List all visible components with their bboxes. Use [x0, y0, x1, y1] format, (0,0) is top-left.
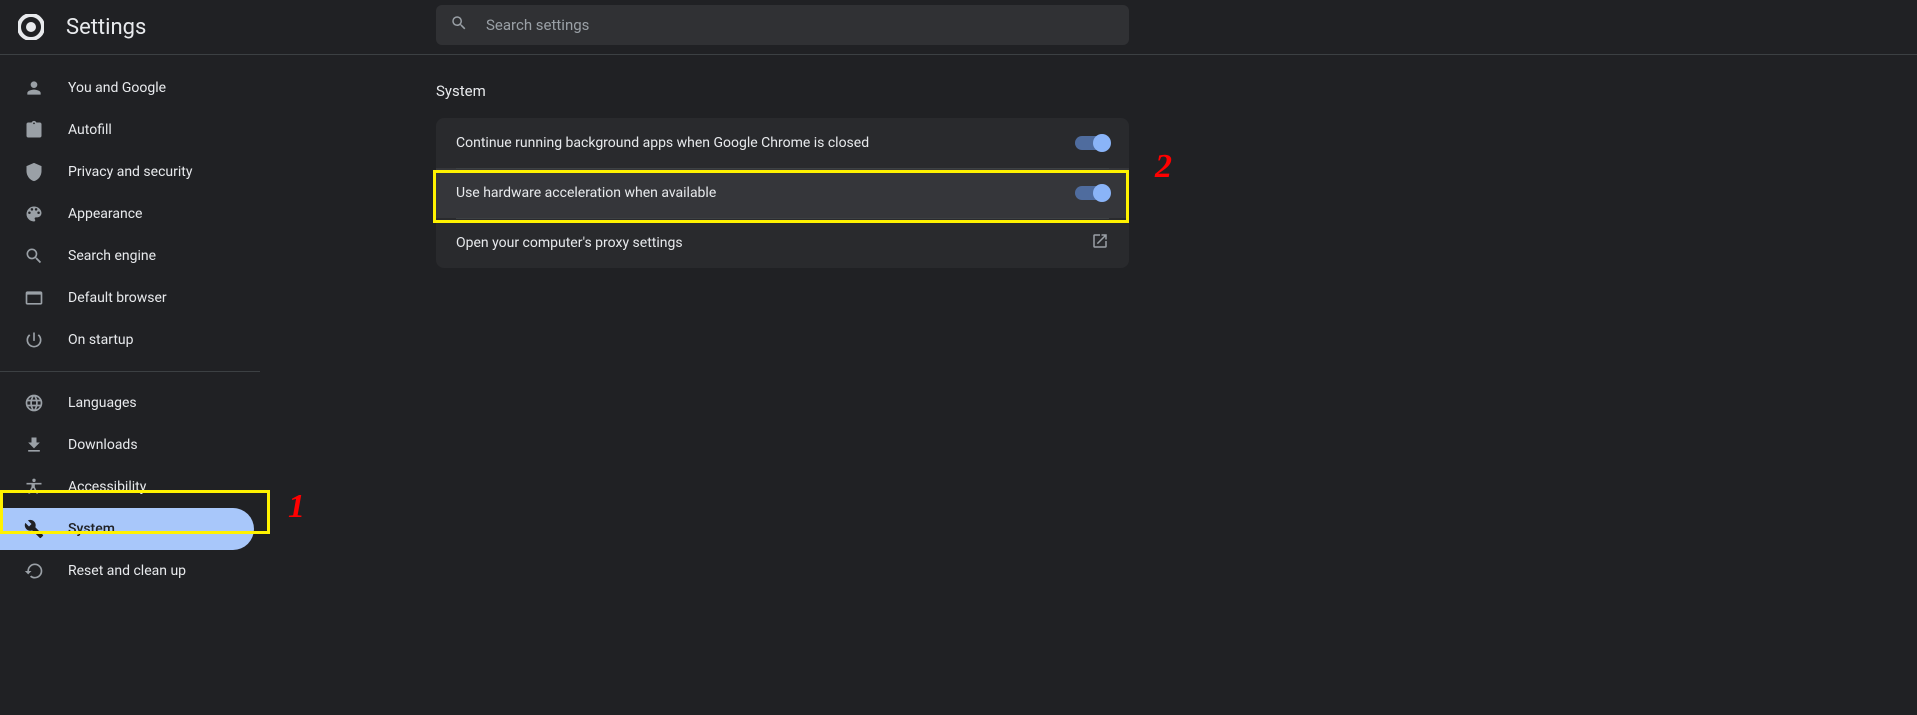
accessibility-icon: [24, 477, 44, 497]
sidebar-item-label: Privacy and security: [68, 164, 192, 180]
row-label: Use hardware acceleration when available: [456, 185, 716, 201]
row-label: Continue running background apps when Go…: [456, 135, 869, 151]
sidebar-item-privacy[interactable]: Privacy and security: [0, 151, 254, 193]
sidebar-item-label: Autofill: [68, 122, 112, 138]
chrome-logo-icon: [18, 14, 44, 40]
sidebar-item-you-and-google[interactable]: You and Google: [0, 67, 254, 109]
search-box[interactable]: [436, 5, 1129, 45]
sidebar: You and Google Autofill Privacy and secu…: [0, 55, 260, 592]
row-label: Open your computer's proxy settings: [456, 235, 683, 251]
annotation-number-1: 1: [288, 488, 305, 526]
row-background-apps[interactable]: Continue running background apps when Go…: [436, 118, 1129, 168]
clipboard-icon: [24, 120, 44, 140]
sidebar-item-downloads[interactable]: Downloads: [0, 424, 254, 466]
sidebar-item-languages[interactable]: Languages: [0, 382, 254, 424]
toggle-switch[interactable]: [1075, 186, 1109, 200]
sidebar-item-label: Languages: [68, 395, 137, 411]
sidebar-item-label: On startup: [68, 332, 134, 348]
sidebar-item-reset[interactable]: Reset and clean up: [0, 550, 254, 592]
header: Settings: [0, 0, 1917, 55]
sidebar-item-label: Appearance: [68, 206, 142, 222]
search-icon: [450, 14, 486, 36]
search-icon: [24, 246, 44, 266]
sidebar-item-on-startup[interactable]: On startup: [0, 319, 254, 361]
section-title: System: [436, 82, 1129, 100]
main-panel: System Continue running background apps …: [436, 82, 1129, 268]
open-external-icon: [1091, 232, 1109, 254]
sidebar-item-label: Search engine: [68, 248, 156, 264]
shield-icon: [24, 162, 44, 182]
wrench-icon: [24, 519, 44, 539]
sidebar-item-label: Downloads: [68, 437, 138, 453]
power-icon: [24, 330, 44, 350]
sidebar-item-label: You and Google: [68, 80, 166, 96]
row-hardware-acceleration[interactable]: Use hardware acceleration when available: [436, 168, 1129, 218]
sidebar-item-label: Default browser: [68, 290, 167, 306]
sidebar-item-label: System: [68, 521, 115, 537]
sidebar-divider: [0, 371, 260, 372]
sidebar-item-search-engine[interactable]: Search engine: [0, 235, 254, 277]
restore-icon: [24, 561, 44, 581]
sidebar-item-system[interactable]: System: [0, 508, 254, 550]
sidebar-item-default-browser[interactable]: Default browser: [0, 277, 254, 319]
sidebar-item-label: Accessibility: [68, 479, 146, 495]
settings-card: Continue running background apps when Go…: [436, 118, 1129, 268]
download-icon: [24, 435, 44, 455]
sidebar-item-autofill[interactable]: Autofill: [0, 109, 254, 151]
globe-icon: [24, 393, 44, 413]
search-input[interactable]: [486, 16, 1115, 34]
annotation-number-2: 2: [1155, 148, 1172, 186]
toggle-switch[interactable]: [1075, 136, 1109, 150]
sidebar-item-appearance[interactable]: Appearance: [0, 193, 254, 235]
palette-icon: [24, 204, 44, 224]
page-title: Settings: [66, 15, 146, 40]
person-icon: [24, 78, 44, 98]
sidebar-item-accessibility[interactable]: Accessibility: [0, 466, 254, 508]
browser-icon: [24, 288, 44, 308]
row-proxy-settings[interactable]: Open your computer's proxy settings: [436, 218, 1129, 268]
sidebar-item-label: Reset and clean up: [68, 563, 186, 579]
